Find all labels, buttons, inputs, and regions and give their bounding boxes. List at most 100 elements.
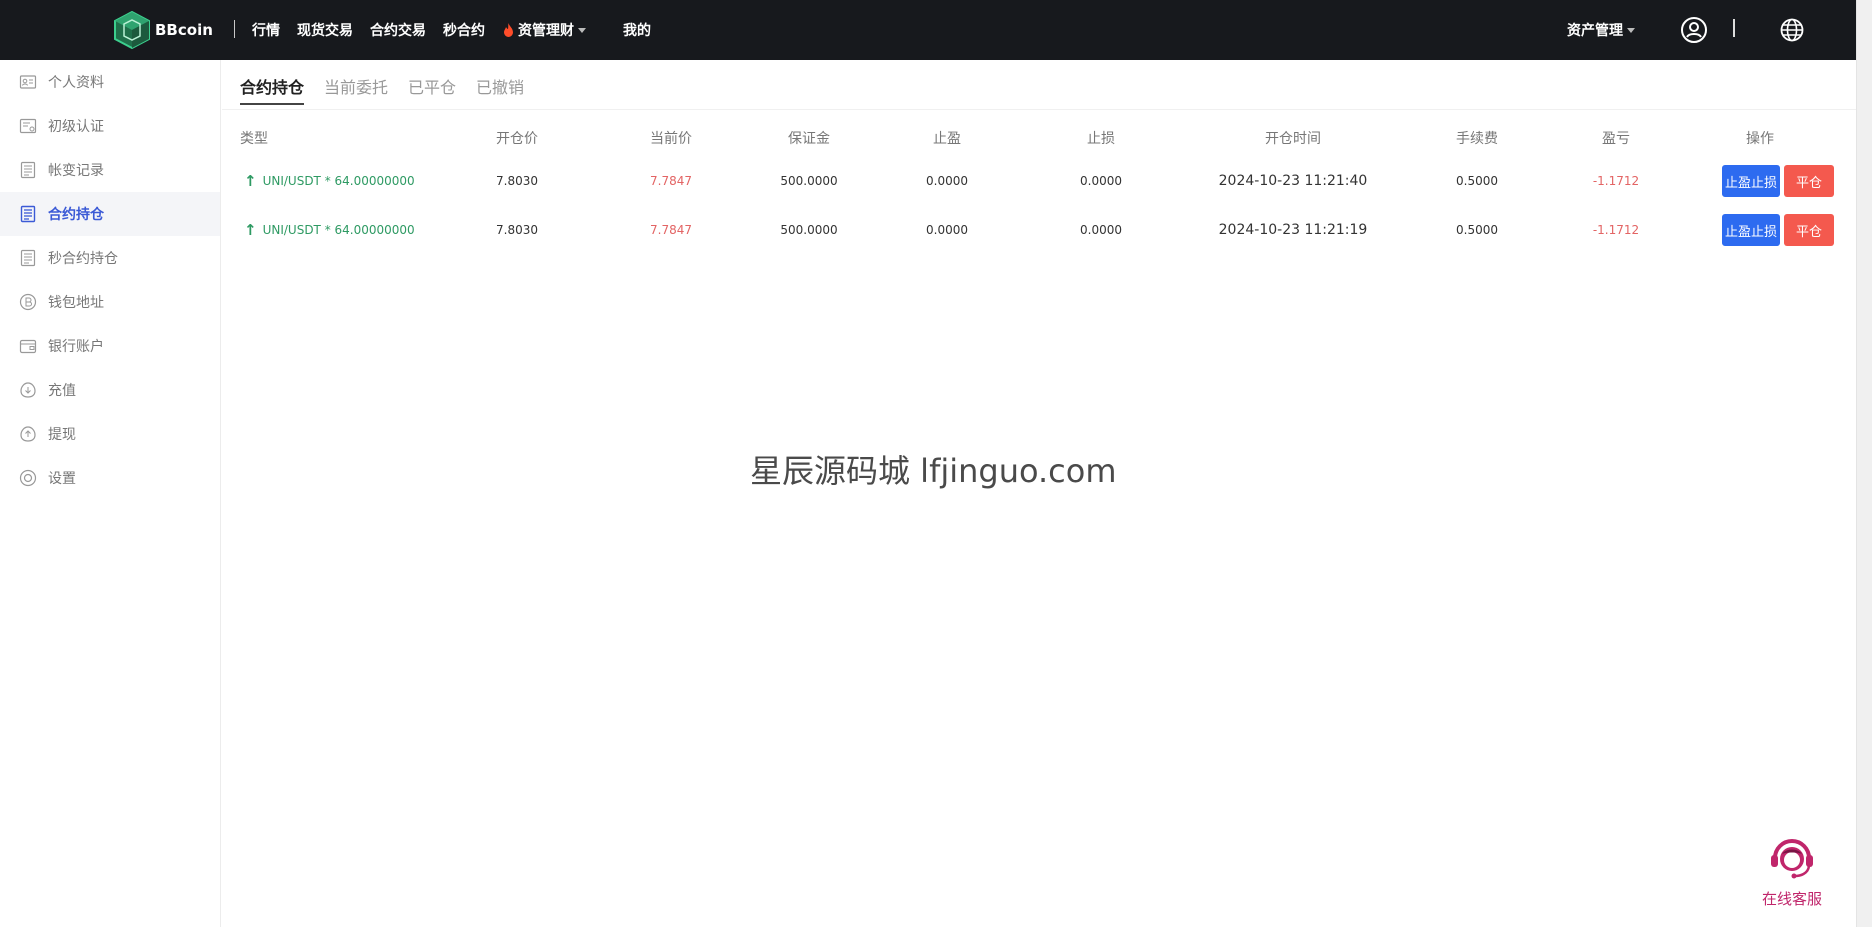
sidebar-item-second-contract-positions[interactable]: 秒合约持仓	[0, 236, 220, 280]
sidebar-item-label: 银行账户	[48, 339, 104, 355]
header-type: 类型	[240, 131, 268, 147]
sidebar-item-basic-verification[interactable]: 初级认证	[0, 104, 220, 148]
header-fee: 手续费	[1456, 131, 1498, 147]
header-actions: 操作	[1746, 131, 1774, 147]
list-icon	[20, 161, 36, 179]
row-actions: 止盈止损 平仓	[1722, 210, 1834, 250]
fee: 0.5000	[1456, 174, 1498, 188]
brand-name: BBcoin	[155, 21, 213, 39]
asset-management-menu[interactable]: 资产管理	[1567, 0, 1635, 60]
user-account-icon[interactable]	[1680, 16, 1708, 44]
wallet-icon	[19, 339, 37, 354]
sidebar-item-wallet-address[interactable]: 钱包地址	[0, 280, 220, 324]
settings-icon	[19, 469, 37, 487]
tabs-divider	[222, 109, 1856, 110]
close-position-button[interactable]: 平仓	[1784, 165, 1834, 197]
header-pnl: 盈亏	[1602, 131, 1630, 147]
list-icon	[20, 249, 36, 267]
sidebar: 个人资料 初级认证 帐变记录 合约持仓 秒合约持仓 钱包地址 银行账户 充值 提…	[0, 60, 221, 927]
sidebar-item-label: 秒合约持仓	[48, 251, 118, 267]
arrow-up-icon: ↑	[244, 172, 257, 190]
bitcoin-icon	[19, 293, 37, 311]
margin: 500.0000	[780, 223, 838, 237]
top-navbar: BBcoin 行情 现货交易 合约交易 秒合约 资管理财 我的 资产管理	[0, 0, 1856, 60]
sidebar-item-label: 设置	[48, 471, 76, 487]
open-price: 7.8030	[496, 223, 538, 237]
nav-divider	[234, 20, 235, 38]
chevron-down-icon	[1627, 27, 1635, 33]
nav-market[interactable]: 行情	[252, 20, 280, 40]
certificate-icon	[19, 118, 37, 134]
header-margin: 保证金	[788, 131, 830, 147]
nav-wealth-label: 资管理财	[518, 23, 574, 39]
main-content: 合约持仓 当前委托 已平仓 已撤销 类型 开仓价 当前价 保证金 止盈 止损 开…	[222, 60, 1856, 927]
globe-icon[interactable]	[1780, 18, 1804, 42]
sidebar-item-contract-positions[interactable]: 合约持仓	[0, 192, 220, 236]
stop-loss: 0.0000	[1080, 223, 1122, 237]
deposit-icon	[20, 382, 36, 398]
nav-spot-trade[interactable]: 现货交易	[297, 20, 353, 40]
watermark-text: 星辰源码城 lfjinguo.com	[750, 452, 1117, 490]
close-position-button[interactable]: 平仓	[1784, 214, 1834, 246]
sidebar-item-label: 个人资料	[48, 75, 104, 91]
position-type: ↑ UNI/USDT * 64.00000000	[244, 221, 415, 239]
asset-management-label: 资产管理	[1567, 23, 1623, 39]
chevron-down-icon	[578, 27, 586, 33]
sidebar-item-label: 充值	[48, 383, 76, 399]
tab-closed[interactable]: 已平仓	[408, 74, 456, 110]
sidebar-item-bank-account[interactable]: 银行账户	[0, 324, 220, 368]
take-profit: 0.0000	[926, 174, 968, 188]
position-tabs: 合约持仓 当前委托 已平仓 已撤销	[240, 60, 544, 110]
current-price: 7.7847	[650, 223, 692, 237]
tp-sl-button[interactable]: 止盈止损	[1722, 165, 1780, 197]
open-time: 2024-10-23 11:21:19	[1218, 222, 1368, 238]
list-icon	[20, 205, 36, 223]
margin: 500.0000	[780, 174, 838, 188]
table-row: ↑ UNI/USDT * 64.00000000 7.8030 7.7847 5…	[222, 161, 1856, 201]
id-card-icon	[19, 75, 37, 89]
nav-mine[interactable]: 我的	[623, 20, 651, 40]
page-scrollbar[interactable]	[1856, 0, 1872, 927]
nav-second-contract[interactable]: 秒合约	[443, 20, 485, 40]
tab-current-orders[interactable]: 当前委托	[324, 74, 388, 110]
take-profit: 0.0000	[926, 223, 968, 237]
pnl: -1.1712	[1592, 223, 1640, 237]
open-time: 2024-10-23 11:21:40	[1218, 173, 1368, 189]
cube-logo-icon	[114, 10, 150, 50]
fee: 0.5000	[1456, 223, 1498, 237]
online-service-button[interactable]: 在线客服	[1752, 830, 1832, 909]
sidebar-item-deposit[interactable]: 充值	[0, 368, 220, 412]
table-header: 类型 开仓价 当前价 保证金 止盈 止损 开仓时间 手续费 盈亏 操作	[222, 124, 1856, 152]
row-actions: 止盈止损 平仓	[1722, 161, 1834, 201]
header-open-price: 开仓价	[496, 131, 538, 147]
headset-agent-icon	[1771, 839, 1813, 879]
sidebar-item-label: 帐变记录	[48, 163, 104, 179]
sidebar-item-label: 提现	[48, 427, 76, 443]
tab-cancelled[interactable]: 已撤销	[476, 74, 524, 110]
header-open-time: 开仓时间	[1265, 131, 1321, 147]
nav-wealth[interactable]: 资管理财	[502, 20, 586, 40]
table-row: ↑ UNI/USDT * 64.00000000 7.8030 7.7847 5…	[222, 210, 1856, 250]
arrow-up-icon: ↑	[244, 221, 257, 239]
topbar-divider	[1733, 19, 1735, 37]
sidebar-item-label: 钱包地址	[48, 295, 104, 311]
sidebar-item-settings[interactable]: 设置	[0, 456, 220, 500]
main-nav: 行情 现货交易 合约交易 秒合约 资管理财 我的	[252, 0, 668, 60]
sidebar-item-profile[interactable]: 个人资料	[0, 60, 220, 104]
position-type: ↑ UNI/USDT * 64.00000000	[244, 172, 415, 190]
sidebar-item-account-records[interactable]: 帐变记录	[0, 148, 220, 192]
brand-logo[interactable]: BBcoin	[112, 10, 213, 50]
header-stop-loss: 止损	[1087, 131, 1115, 147]
header-take-profit: 止盈	[933, 131, 961, 147]
sidebar-item-label: 合约持仓	[48, 207, 104, 223]
tp-sl-button[interactable]: 止盈止损	[1722, 214, 1780, 246]
header-current-price: 当前价	[650, 131, 692, 147]
online-service-label: 在线客服	[1761, 890, 1822, 908]
sidebar-item-label: 初级认证	[48, 119, 104, 135]
nav-contract-trade[interactable]: 合约交易	[370, 20, 426, 40]
sidebar-item-withdraw[interactable]: 提现	[0, 412, 220, 456]
fire-icon	[504, 22, 513, 37]
current-price: 7.7847	[650, 174, 692, 188]
tab-contract-positions[interactable]: 合约持仓	[240, 74, 305, 110]
open-price: 7.8030	[496, 174, 538, 188]
